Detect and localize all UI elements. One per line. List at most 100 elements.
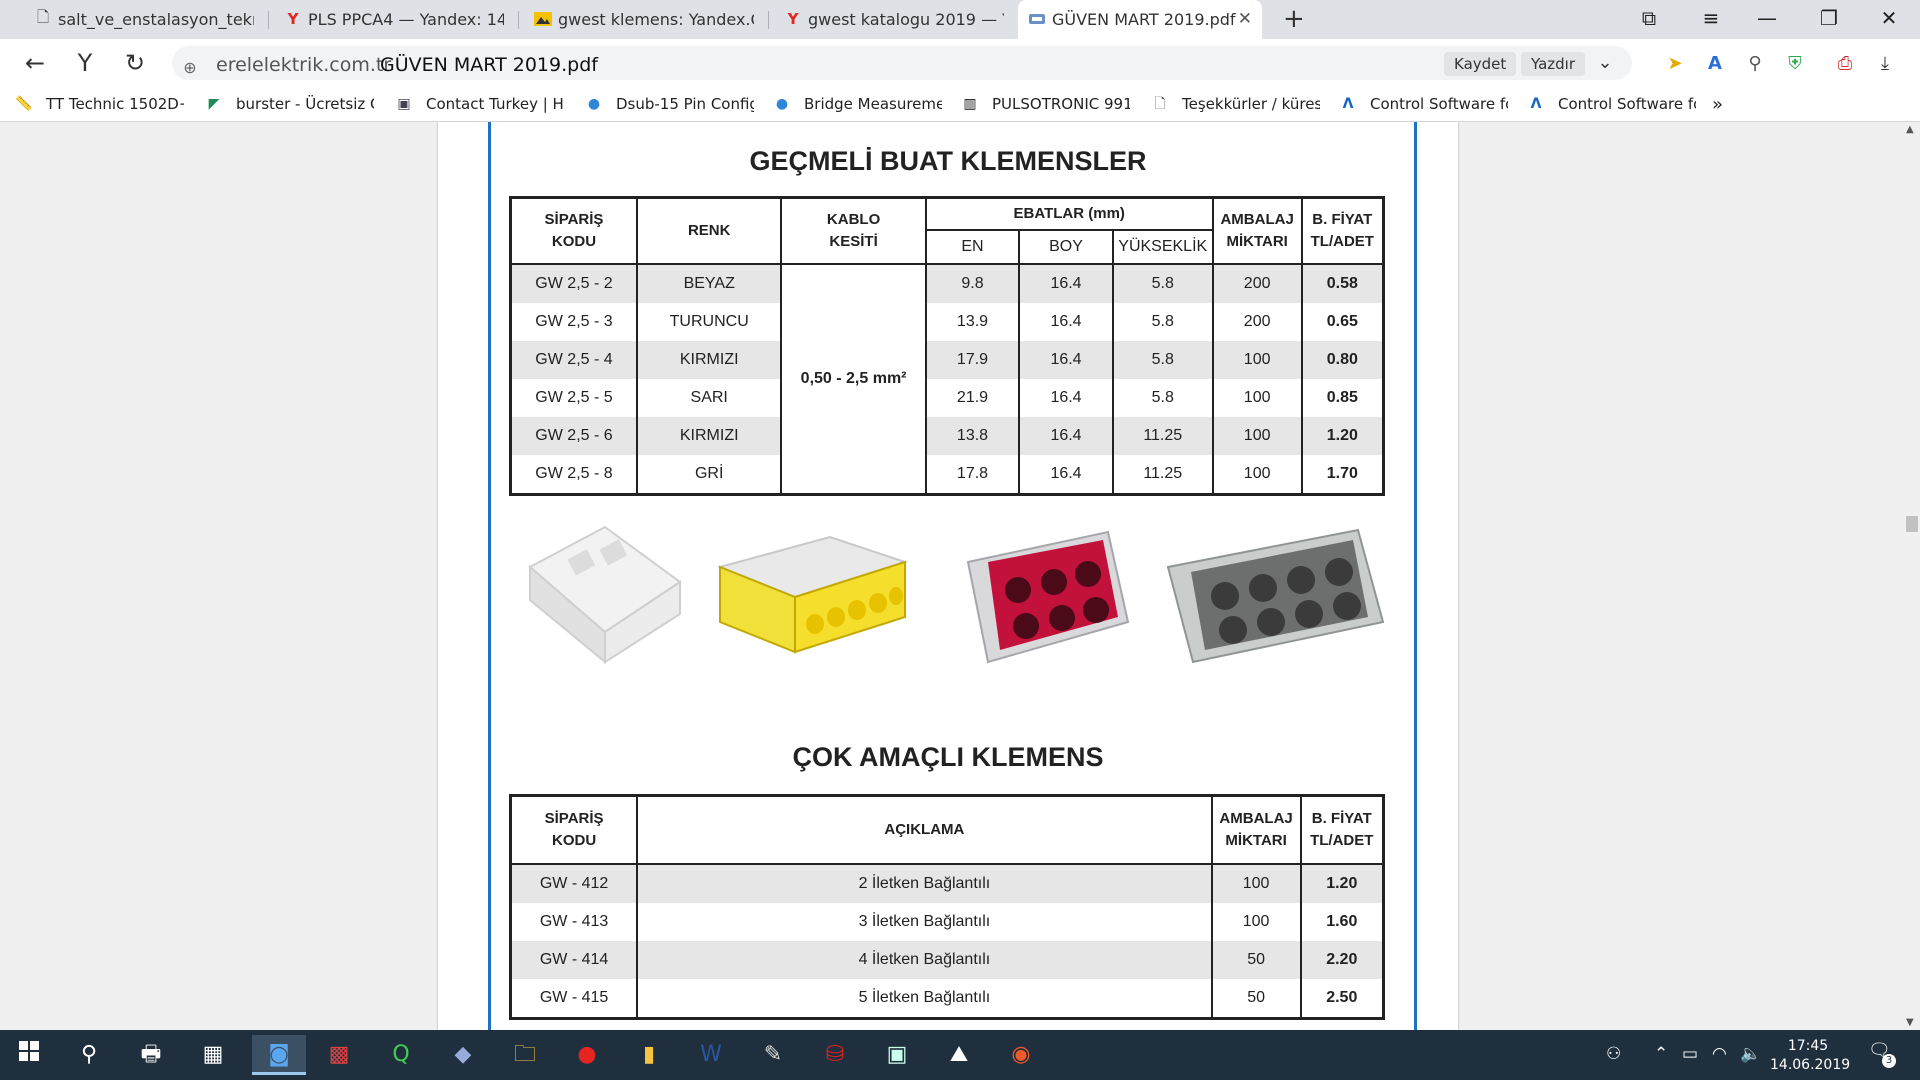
bookmark-item[interactable]: ▥ PULSOTRONIC 991 <box>960 94 1130 114</box>
reload-icon[interactable]: ↻ <box>120 49 150 77</box>
translate-icon[interactable]: A <box>1702 51 1728 77</box>
circle-icon: ● <box>587 96 601 112</box>
notes-icon[interactable]: ◆ <box>440 1035 486 1075</box>
header-boy: BOY <box>1018 228 1114 265</box>
bookmark-item[interactable]: 🗋 Teşekkürler / küres <box>1150 94 1320 114</box>
table-row: GW - 415 5 İletken Bağlantılı 50 2.50 <box>509 978 1385 1018</box>
menu-icon[interactable]: ≡ <box>1696 6 1726 30</box>
magnifier-extension-icon[interactable]: ⚲ <box>1742 51 1768 77</box>
new-tab-button[interactable]: + <box>1283 4 1305 34</box>
table-row: GW 2,5 - 5 SARI 21.9 16.4 5.8 100 0.85 <box>509 378 1385 417</box>
vertical-scrollbar[interactable]: ▲ ▼ <box>1903 122 1920 1030</box>
tab-gwest-klemens[interactable]: gwest klemens: Yandex.Gör <box>524 0 764 39</box>
circuit-icon[interactable]: ▩ <box>316 1035 362 1075</box>
save-button[interactable]: Kaydet <box>1444 52 1517 76</box>
yandex-home-icon[interactable]: Y <box>70 49 100 77</box>
header-description: AÇIKLAMA <box>636 794 1213 865</box>
chevron-up-icon[interactable]: ⌃ <box>1654 1044 1668 1064</box>
tab-separator <box>768 11 769 29</box>
header-code: SİPARİŞ KODU <box>509 196 638 265</box>
close-window-icon[interactable]: ✕ <box>1874 6 1904 30</box>
more-bookmarks-icon[interactable]: » <box>1712 94 1732 114</box>
pdf-download-icon[interactable]: ⎙ <box>1832 51 1858 77</box>
tab-separator <box>268 11 269 29</box>
explorer-icon[interactable]: 🗀 <box>502 1035 548 1075</box>
back-icon[interactable]: ← <box>20 49 50 77</box>
close-tab-icon[interactable]: ✕ <box>1238 9 1252 29</box>
header-cable: KABLO KESİTİ <box>780 196 927 265</box>
yellow-5-way-connector-image <box>716 535 909 654</box>
paint-icon[interactable]: ✎ <box>750 1035 796 1075</box>
files-icon[interactable]: ▮ <box>626 1035 672 1075</box>
bookmark-item[interactable]: ◤ burster - Ücretsiz C <box>204 94 374 114</box>
bookmark-item[interactable]: Λ Control Software fo <box>1338 94 1508 114</box>
tab-pls[interactable]: Y PLS PPCA4 — Yandex: 14 m <box>274 0 514 39</box>
printer-icon[interactable]: 🖶 <box>128 1035 174 1075</box>
scroll-down-icon[interactable]: ▼ <box>1906 1017 1914 1028</box>
tab-bar: 🗋 salt_ve_enstalasyon_teknigi Y PLS PPCA… <box>0 0 1920 39</box>
system-clock[interactable]: 17:45 14.06.2019 <box>1770 1037 1850 1075</box>
table-row: GW 2,5 - 4 KIRMIZI 17.9 16.4 5.8 100 0.8… <box>509 340 1385 379</box>
pdf-icon <box>1028 10 1046 28</box>
notification-icon[interactable]: 🗨 3 <box>1868 1040 1896 1068</box>
bookmarks-bar: 📏 TT Technic 1502D+ ◤ burster - Ücretsiz… <box>0 87 1920 122</box>
bookmarks-manager-icon[interactable]: ⧉ <box>1634 6 1664 30</box>
calculator-icon[interactable]: ▦ <box>190 1035 236 1075</box>
shield-icon[interactable]: ⛨ <box>1782 51 1808 77</box>
cable-section-cell: 0,50 - 2,5 mm² <box>780 262 927 495</box>
restore-icon[interactable]: ❐ <box>1814 6 1844 30</box>
bookmark-item[interactable]: ● Dsub-15 Pin Config <box>584 94 754 114</box>
globe-icon[interactable]: ⊕ <box>178 56 202 80</box>
table-row: GW - 414 4 İletken Bağlantılı 50 2.20 <box>509 940 1385 979</box>
cursor-extension-icon[interactable]: ➤ <box>1662 51 1688 77</box>
outlook-icon[interactable]: ◙ <box>252 1035 306 1075</box>
scrollbar-thumb[interactable] <box>1906 516 1918 532</box>
table-row: GW 2,5 - 3 TURUNCU 13.9 16.4 5.8 200 0.6… <box>509 302 1385 341</box>
header-price: B. FİYAT TL/ADET <box>1300 196 1385 265</box>
print-button[interactable]: Yazdır <box>1521 52 1586 76</box>
header-pack: AMBALAJ MİKTARI <box>1211 196 1303 265</box>
scroll-up-icon[interactable]: ▲ <box>1906 124 1914 135</box>
word-icon[interactable]: W <box>688 1035 734 1075</box>
bookmark-item[interactable]: ▣ Contact Turkey | H <box>394 94 564 114</box>
flag-icon: ◤ <box>208 96 220 112</box>
address-domain[interactable]: erelelektrik.com.tr <box>216 54 391 76</box>
image-icon <box>534 10 552 28</box>
notification-badge: 3 <box>1882 1054 1896 1068</box>
wifi-icon[interactable]: ◠ <box>1712 1044 1727 1064</box>
start-icon[interactable] <box>6 1035 52 1075</box>
bookmark-item[interactable]: Λ Control Software fo <box>1526 94 1696 114</box>
download-icon[interactable]: ⤓ <box>1872 51 1898 77</box>
bookmark-item[interactable]: ● Bridge Measureme <box>772 94 942 114</box>
minimize-icon[interactable]: — <box>1752 6 1782 30</box>
app-icon[interactable]: ◉ <box>998 1035 1044 1075</box>
tab-guven-pdf[interactable]: GÜVEN MART 2019.pdf ✕ <box>1018 0 1262 39</box>
section-title: GEÇMELİ BUAT KLEMENSLER <box>749 146 1147 176</box>
pdf-viewer[interactable]: GEÇMELİ BUAT KLEMENSLER SİPARİŞ KODU RENK… <box>0 122 1920 1030</box>
search-icon[interactable]: ⚲ <box>66 1035 112 1075</box>
terminal-icon[interactable]: ▣ <box>874 1035 920 1075</box>
header-pack: AMBALAJ MİKTARI <box>1210 794 1302 865</box>
chevron-down-icon[interactable]: ⌄ <box>1590 49 1620 77</box>
battery-icon[interactable]: ▭ <box>1682 1044 1698 1064</box>
section-title: ÇOK AMAÇLI KLEMENS <box>792 742 1104 772</box>
qt-icon[interactable]: Q <box>378 1035 424 1075</box>
junction-terminal-table: SİPARİŞ KODU RENK KABLO KESİTİ EBATLAR (mm… <box>509 196 1385 496</box>
header-color: RENK <box>635 196 783 265</box>
address-page-title[interactable]: GÜVEN MART 2019.pdf <box>380 54 598 76</box>
table-row: GW - 412 2 İletken Bağlantılı 100 1.20 <box>509 863 1385 903</box>
tab-gwest-katalogu[interactable]: Y gwest katalogu 2019 — Yar <box>774 0 1014 39</box>
photos-icon[interactable]: ⛰ <box>936 1035 982 1075</box>
yandex-icon: Y <box>787 10 799 28</box>
acrobat-icon[interactable]: ⛁ <box>812 1035 858 1075</box>
tab-salt[interactable]: 🗋 salt_ve_enstalasyon_teknigi <box>24 0 264 39</box>
table-row: GW 2,5 - 2 BEYAZ 0,50 - 2,5 mm² 9.8 16.4… <box>509 262 1385 495</box>
bookmark-item[interactable]: 📏 TT Technic 1502D+ <box>14 94 184 114</box>
people-icon[interactable]: ⚇ <box>1606 1044 1621 1064</box>
yandex-icon[interactable]: ● <box>564 1035 610 1075</box>
header-height: YÜKSEKLİK <box>1111 228 1214 265</box>
grey-8-way-connector-image <box>1166 528 1385 664</box>
yandex-icon: Y <box>287 10 299 28</box>
volume-icon[interactable]: 🔈 <box>1740 1044 1761 1064</box>
a-logo-icon: Λ <box>1530 96 1542 112</box>
